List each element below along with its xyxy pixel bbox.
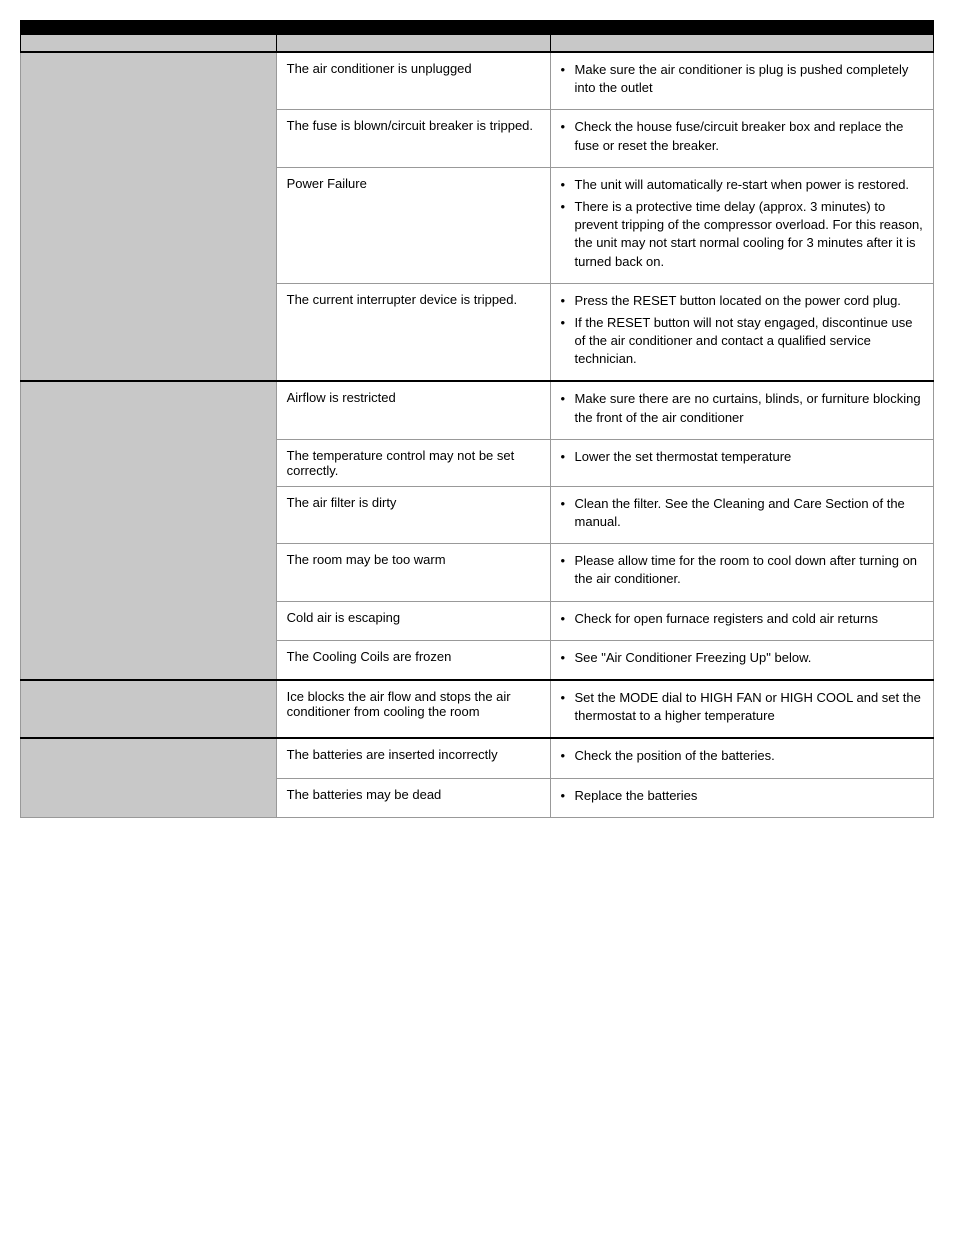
table-row: Ice blocks the air flow and stops the ai… bbox=[21, 680, 934, 738]
remedy-cell: Make sure the air conditioner is plug is… bbox=[550, 52, 933, 110]
cause-cell: Cold air is escaping bbox=[276, 601, 550, 640]
remedy-item: See "Air Conditioner Freezing Up" below. bbox=[561, 649, 923, 667]
group-label-cell bbox=[21, 381, 277, 680]
remedy-item: The unit will automatically re-start whe… bbox=[561, 176, 923, 194]
cause-cell: The Cooling Coils are frozen bbox=[276, 640, 550, 680]
cause-cell: Airflow is restricted bbox=[276, 381, 550, 439]
group-label-cell bbox=[21, 680, 277, 738]
remedy-cell: Check for open furnace registers and col… bbox=[550, 601, 933, 640]
remedy-item: Lower the set thermostat temperature bbox=[561, 448, 923, 466]
group-label-cell bbox=[21, 52, 277, 381]
table-row: The air conditioner is unplugged Make sur… bbox=[21, 52, 934, 110]
remedy-item: There is a protective time delay (approx… bbox=[561, 198, 923, 271]
remedy-item: If the RESET button will not stay engage… bbox=[561, 314, 923, 369]
cause-cell: The temperature control may not be set c… bbox=[276, 439, 550, 486]
remedy-item: Check the house fuse/circuit breaker box… bbox=[561, 118, 923, 154]
remedy-cell: Press the RESET button located on the po… bbox=[550, 283, 933, 381]
remedy-cell: Check the position of the batteries. bbox=[550, 738, 933, 778]
black-bar bbox=[20, 20, 934, 34]
cause-cell: The batteries are inserted incorrectly bbox=[276, 738, 550, 778]
remedy-cell: See "Air Conditioner Freezing Up" below. bbox=[550, 640, 933, 680]
header-col2 bbox=[276, 35, 550, 53]
remedy-cell: Check the house fuse/circuit breaker box… bbox=[550, 110, 933, 167]
table-row: Airflow is restricted Make sure there are… bbox=[21, 381, 934, 439]
troubleshooting-table: The air conditioner is unplugged Make sur… bbox=[20, 34, 934, 818]
remedy-item: Please allow time for the room to cool d… bbox=[561, 552, 923, 588]
remedy-cell: Lower the set thermostat temperature bbox=[550, 439, 933, 486]
remedy-item: Make sure there are no curtains, blinds,… bbox=[561, 390, 923, 426]
remedy-item: Clean the filter. See the Cleaning and C… bbox=[561, 495, 923, 531]
cause-cell: The current interrupter device is trippe… bbox=[276, 283, 550, 381]
remedy-cell: Replace the batteries bbox=[550, 778, 933, 817]
remedy-item: Check the position of the batteries. bbox=[561, 747, 923, 765]
remedy-item: Make sure the air conditioner is plug is… bbox=[561, 61, 923, 97]
remedy-item: Replace the batteries bbox=[561, 787, 923, 805]
table-row: The batteries are inserted incorrectly Ch… bbox=[21, 738, 934, 778]
remedy-cell: Set the MODE dial to HIGH FAN or HIGH CO… bbox=[550, 680, 933, 738]
cause-cell: The air conditioner is unplugged bbox=[276, 52, 550, 110]
remedy-cell: The unit will automatically re-start whe… bbox=[550, 167, 933, 283]
cause-cell: The batteries may be dead bbox=[276, 778, 550, 817]
page-container: The air conditioner is unplugged Make sur… bbox=[20, 20, 934, 818]
header-col3 bbox=[550, 35, 933, 53]
remedy-cell: Please allow time for the room to cool d… bbox=[550, 544, 933, 601]
cause-cell: The room may be too warm bbox=[276, 544, 550, 601]
table-header-row bbox=[21, 35, 934, 53]
cause-cell: The air filter is dirty bbox=[276, 486, 550, 543]
remedy-cell: Clean the filter. See the Cleaning and C… bbox=[550, 486, 933, 543]
remedy-cell: Make sure there are no curtains, blinds,… bbox=[550, 381, 933, 439]
remedy-item: Check for open furnace registers and col… bbox=[561, 610, 923, 628]
cause-cell: Ice blocks the air flow and stops the ai… bbox=[276, 680, 550, 738]
group-label-cell bbox=[21, 738, 277, 817]
cause-cell: The fuse is blown/circuit breaker is tri… bbox=[276, 110, 550, 167]
remedy-item: Press the RESET button located on the po… bbox=[561, 292, 923, 310]
cause-cell: Power Failure bbox=[276, 167, 550, 283]
header-col1 bbox=[21, 35, 277, 53]
remedy-item: Set the MODE dial to HIGH FAN or HIGH CO… bbox=[561, 689, 923, 725]
